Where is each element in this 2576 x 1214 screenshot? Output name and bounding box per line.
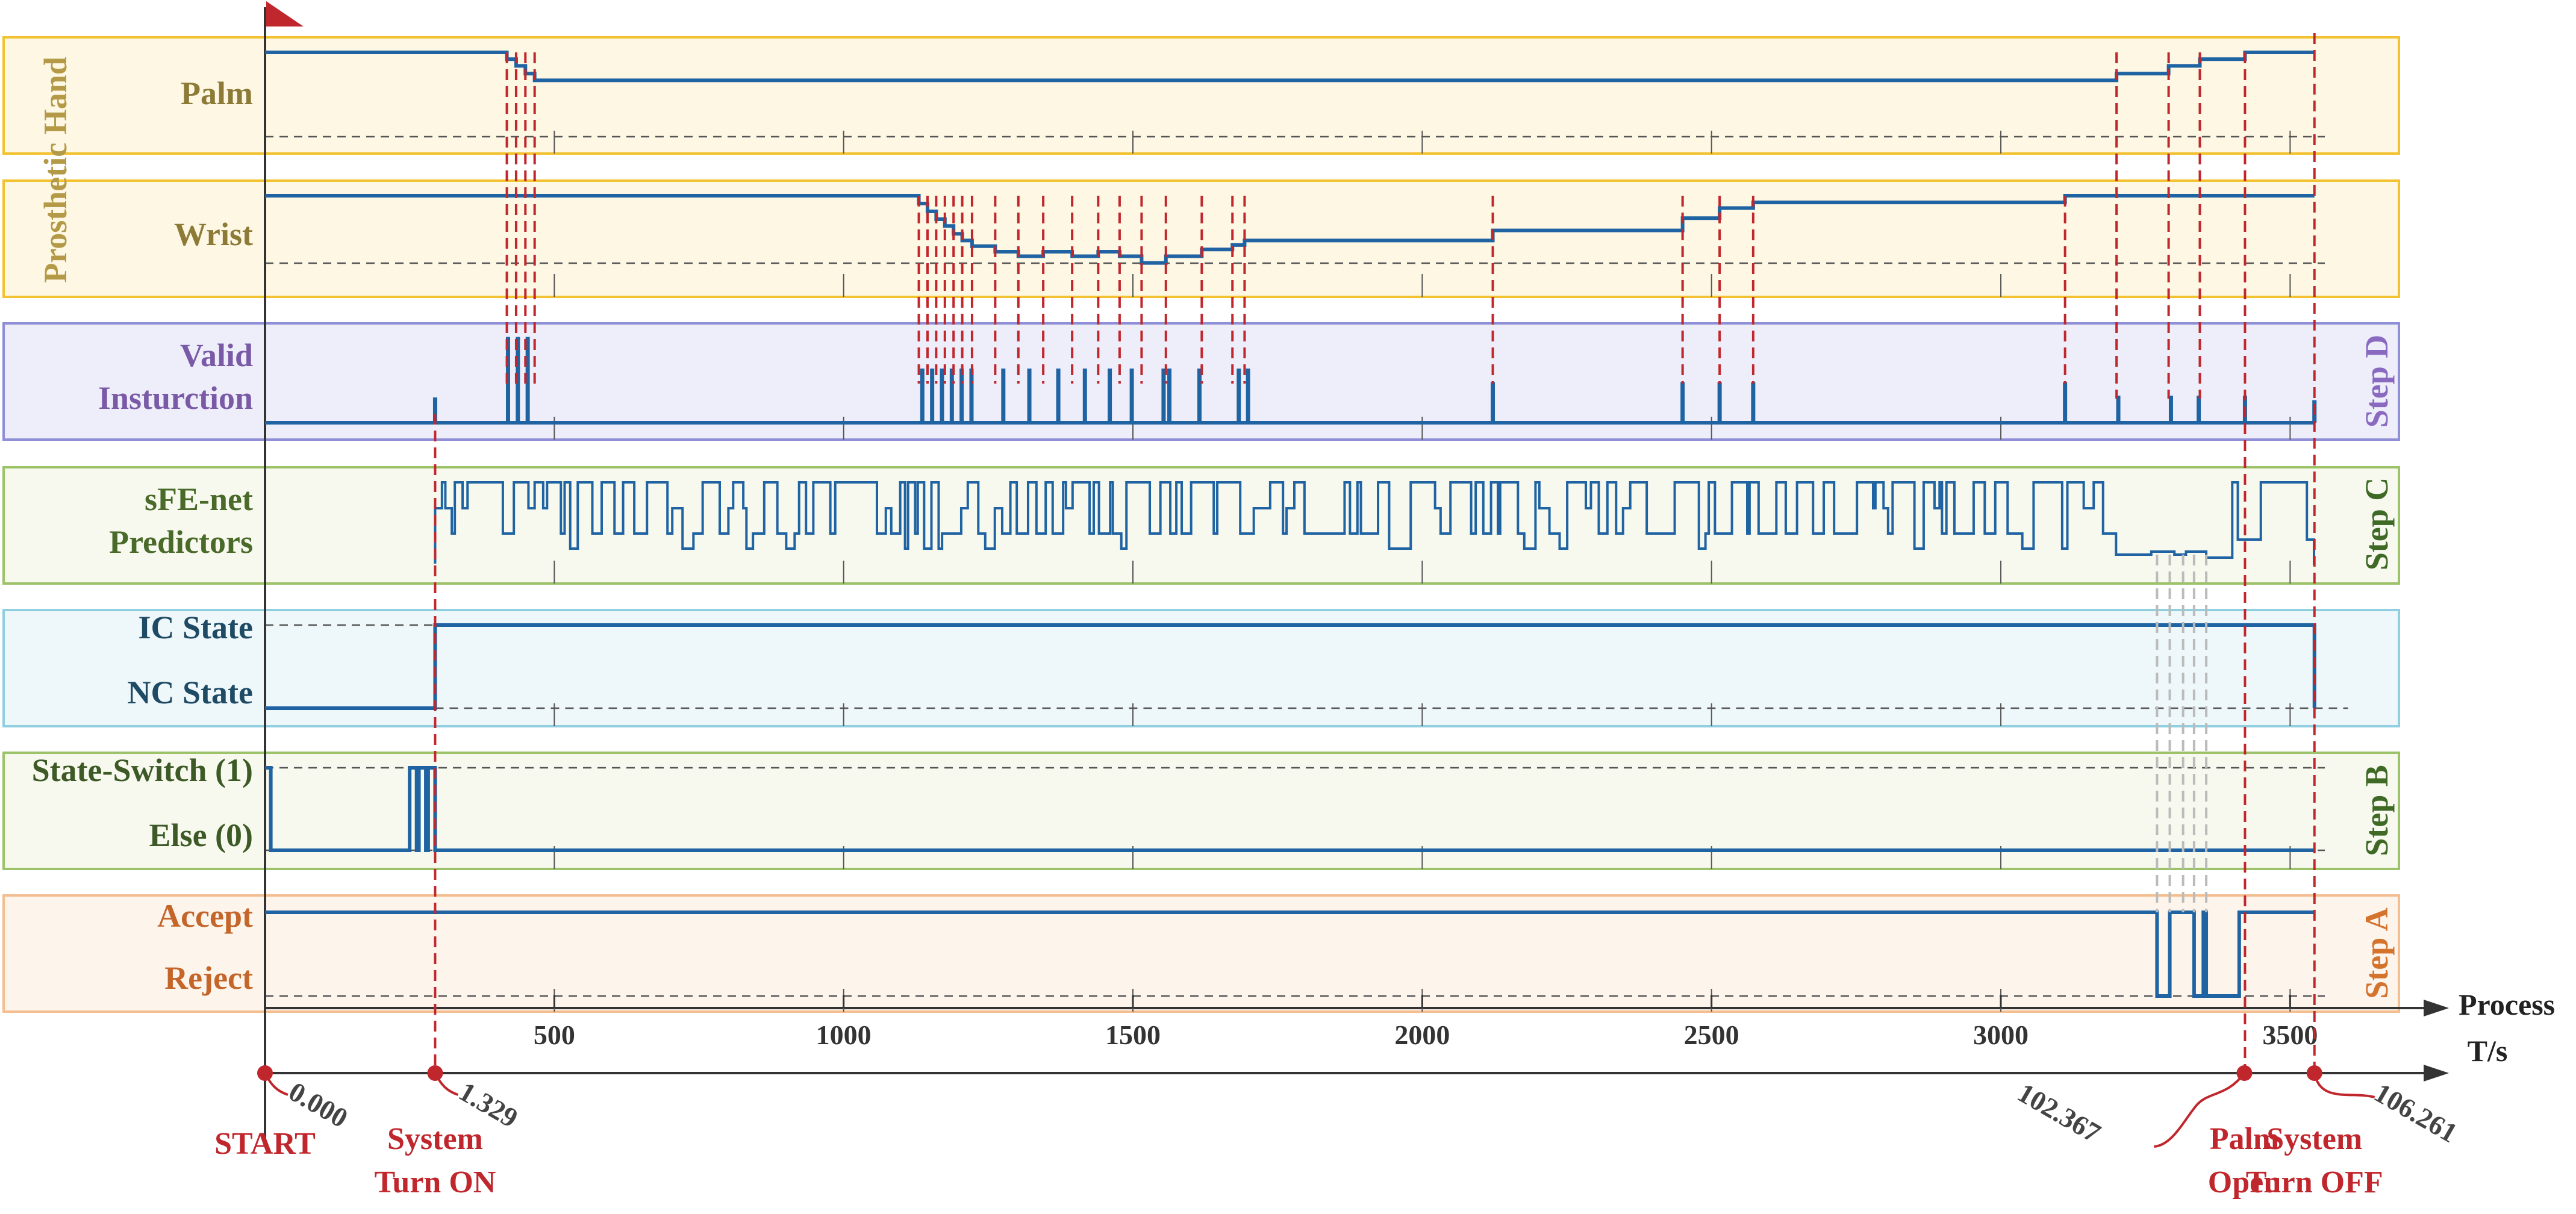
x-tick-label: 2000 bbox=[1394, 1019, 1450, 1050]
row-label-sfe-net-predictors: sFE-net bbox=[145, 481, 253, 517]
row-label-accept-reject: Reject bbox=[164, 960, 253, 996]
row-label-state-switch: Else (0) bbox=[149, 817, 253, 853]
group-label-step-d: Step D bbox=[2359, 335, 2395, 428]
row-label-palm: Palm bbox=[181, 75, 253, 111]
start-label: START bbox=[214, 1127, 316, 1161]
row-label-valid-instruction: Insturction bbox=[98, 380, 253, 416]
group-label-step-c: Step C bbox=[2359, 478, 2395, 571]
x-axis-arrow-icon bbox=[2424, 1000, 2449, 1016]
row-label-ic-nc-state: NC State bbox=[128, 674, 253, 711]
group-label-prosthetic-hand: Prosthetic Hand bbox=[37, 57, 73, 283]
panel-palm bbox=[2, 36, 2400, 155]
row-label-state-switch: State-Switch (1) bbox=[32, 752, 253, 788]
time-axis-label: T/s bbox=[2468, 1034, 2508, 1068]
x-tick-label: 1500 bbox=[1105, 1019, 1161, 1050]
system-turn-off-label: System bbox=[2266, 1122, 2362, 1156]
start-time: 0.000 bbox=[284, 1075, 353, 1133]
row-label-valid-instruction: Valid bbox=[180, 337, 253, 373]
system-turn-on-label: System bbox=[387, 1122, 483, 1156]
timing-chart-svg: Process 500 1000 1500 2000 2500 3000 3500 T/s 0.0… bbox=[2, 1, 2555, 1200]
x-axis-label: Process bbox=[2459, 988, 2555, 1021]
row-label-accept-reject: Accept bbox=[157, 898, 253, 934]
row-label-sfe-net-predictors: Predictors bbox=[109, 524, 253, 560]
time-axis-arrow-icon bbox=[2424, 1065, 2449, 1082]
system-turn-on-label: Turn ON bbox=[375, 1165, 496, 1200]
system-turn-off-time: 106.261 bbox=[2369, 1077, 2463, 1148]
row-label-wrist: Wrist bbox=[174, 216, 253, 252]
x-tick-label: 3000 bbox=[1973, 1019, 2029, 1050]
group-label-step-b: Step B bbox=[2359, 765, 2395, 856]
x-tick-label: 1000 bbox=[816, 1019, 872, 1050]
x-tick-label: 500 bbox=[534, 1019, 575, 1050]
start-flag-icon bbox=[266, 1, 304, 26]
panel-sfe-net-predictors bbox=[2, 466, 2400, 585]
row-label-ic-nc-state: IC State bbox=[139, 609, 253, 646]
x-tick-label: 2500 bbox=[1684, 1019, 1739, 1050]
system-turn-off-label: Turn OFF bbox=[2246, 1165, 2383, 1200]
x-tick-label: 3500 bbox=[2262, 1019, 2318, 1050]
system-turn-off-callout bbox=[2313, 1072, 2375, 1098]
group-label-step-a: Step A bbox=[2359, 907, 2395, 999]
palm-open-time: 102.367 bbox=[2012, 1077, 2106, 1148]
timing-diagram: Process 500 1000 1500 2000 2500 3000 3500 T/s 0.0… bbox=[0, 0, 2576, 1211]
